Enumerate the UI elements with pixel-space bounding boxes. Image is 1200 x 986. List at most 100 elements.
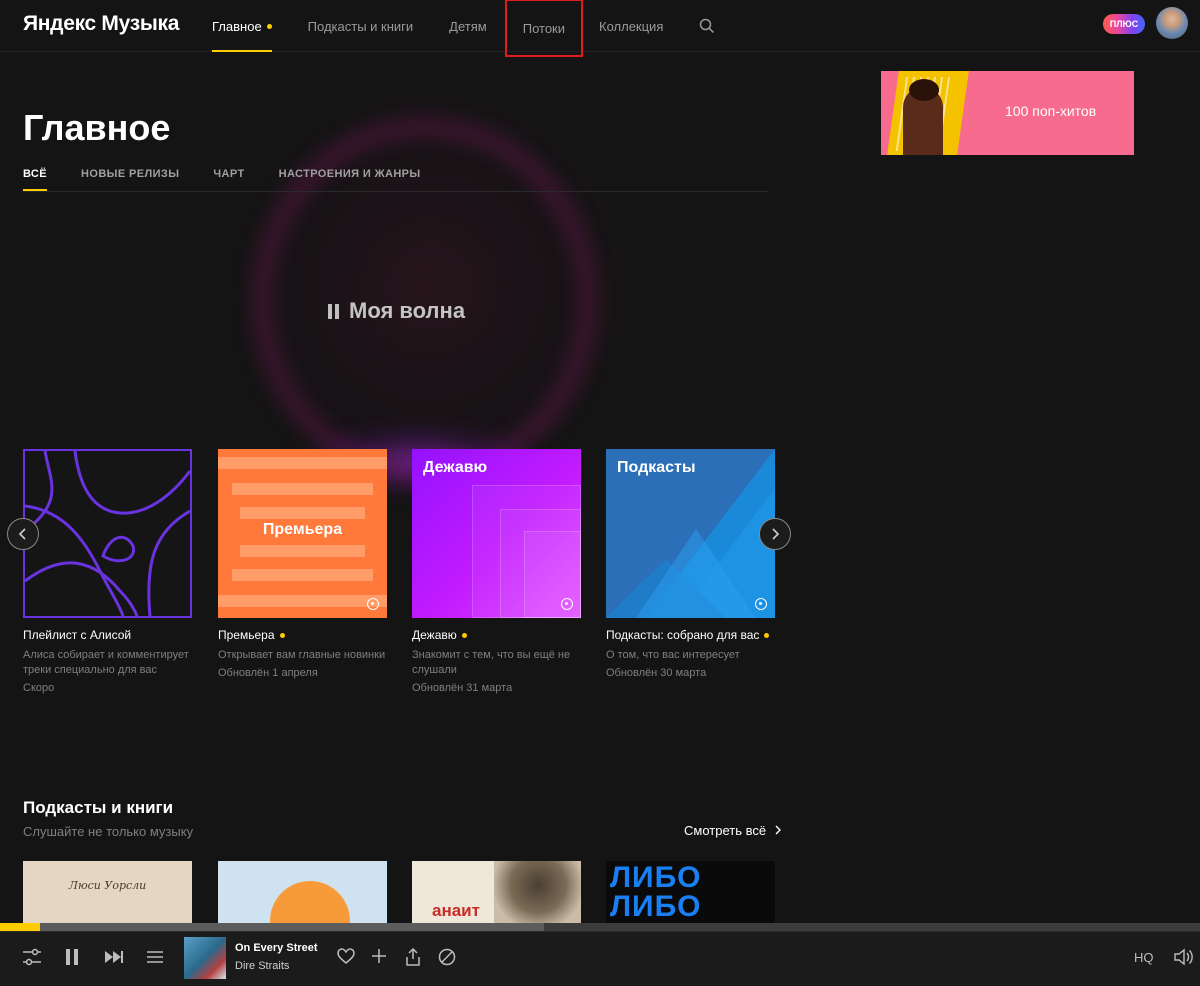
like-button[interactable] <box>337 948 355 969</box>
carousel-prev-button[interactable] <box>7 518 39 550</box>
equalizer-button[interactable] <box>22 948 42 971</box>
queue-button[interactable] <box>146 948 164 971</box>
add-to-playlist-button[interactable] <box>371 948 387 969</box>
volume-icon <box>1174 948 1193 966</box>
new-dot-icon <box>266 23 272 29</box>
card-meta: Скоро <box>23 682 55 694</box>
card-description: Открывает вам главные новинки <box>218 649 386 661</box>
next-track-button[interactable] <box>104 948 124 971</box>
card-title-text: Плейлист с Алисой <box>23 628 132 642</box>
cover-stripe <box>232 569 373 581</box>
tab-all[interactable]: ВСЁ <box>23 168 48 191</box>
see-all-label: Смотреть всё <box>684 823 767 838</box>
book-cover-art <box>270 881 350 923</box>
page-title: Главное <box>23 107 171 148</box>
nav-item-kids[interactable]: Детям <box>449 0 487 52</box>
track-progress-bar[interactable] <box>0 923 1200 931</box>
share-icon <box>406 947 420 966</box>
queue-list-icon <box>147 951 163 963</box>
app-logo[interactable]: Яндекс Музыка <box>23 12 179 36</box>
playlist-cover: Премьера <box>218 449 387 618</box>
nav-item-label: Подкасты и книги <box>307 18 414 34</box>
nav-item-podcasts[interactable]: Подкасты и книги <box>308 0 414 52</box>
card-title: Подкасты: собрано для вас <box>606 628 775 642</box>
nav-item-streams[interactable]: Потоки <box>504 0 584 57</box>
search-button[interactable] <box>699 0 715 52</box>
carousel-next-button[interactable] <box>759 518 791 550</box>
alice-pattern-icon <box>25 451 190 616</box>
player-bar: On Every Street Dire Straits HQ <box>0 931 1200 986</box>
playlist-card-alice[interactable]: Плейлист с Алисой Алиса собирает и комме… <box>23 449 192 694</box>
tab-new-releases[interactable]: НОВЫЕ РЕЛИЗЫ <box>81 168 179 191</box>
block-icon <box>438 948 456 966</box>
pause-icon <box>66 949 78 965</box>
progress-buffered <box>0 923 544 931</box>
nav-item-main[interactable]: Главное <box>212 0 272 52</box>
track-artist[interactable]: Dire Straits <box>235 960 289 972</box>
card-title-text: Дежавю <box>412 628 457 642</box>
playlist-cover: Дежавю <box>412 449 581 618</box>
dislike-button[interactable] <box>438 948 456 971</box>
section-tabs: ВСЁ НОВЫЕ РЕЛИЗЫ ЧАРТ НАСТРОЕНИЯ И ЖАНРЫ <box>23 168 768 192</box>
card-title: Плейлист с Алисой <box>23 628 192 642</box>
track-title[interactable]: On Every Street <box>235 942 318 954</box>
new-dot-icon <box>279 632 285 638</box>
track-cover[interactable] <box>184 937 226 979</box>
volume-button[interactable] <box>1174 948 1194 971</box>
card-title: Премьера <box>218 628 387 642</box>
cover-stripe <box>218 457 387 469</box>
user-avatar[interactable] <box>1156 7 1188 39</box>
pause-button[interactable] <box>64 948 80 971</box>
quality-toggle[interactable]: HQ <box>1134 950 1154 965</box>
progress-fill <box>0 923 40 931</box>
card-title-text: Премьера <box>218 628 275 642</box>
cover-stripe <box>232 483 373 495</box>
my-wave-button[interactable]: Моя волна <box>328 298 465 324</box>
search-icon <box>700 18 715 34</box>
share-button[interactable] <box>405 947 421 971</box>
book-card[interactable]: Люси Уорсли <box>23 861 192 923</box>
pause-icon <box>328 303 339 319</box>
playlist-card-premiere[interactable]: Премьера Премьера Открывает вам главные … <box>218 449 387 679</box>
cover-stripe <box>218 595 387 607</box>
promo-title: 100 поп-хитов <box>1005 103 1097 119</box>
main-nav: Главное Подкасты и книги Детям Потоки Ко… <box>212 0 715 57</box>
card-description: Знакомит с тем, что вы ещё не слушали <box>412 649 571 676</box>
heart-icon <box>337 948 355 964</box>
card-description: Алиса собирает и комментирует треки спец… <box>23 649 189 676</box>
promo-banner[interactable]: 100 поп-хитов <box>881 71 1134 155</box>
top-header: Яндекс Музыка Главное Подкасты и книги Д… <box>0 0 1200 57</box>
card-title: Дежавю <box>412 628 581 642</box>
section-title[interactable]: Подкасты и книги <box>23 798 173 818</box>
chevron-right-icon <box>772 528 780 540</box>
nav-item-collection[interactable]: Коллекция <box>599 0 663 52</box>
card-description: О том, что вас интересует <box>606 649 740 661</box>
nav-item-label: Потоки <box>522 20 565 36</box>
cover-stripe <box>240 545 365 557</box>
new-dot-icon <box>461 632 467 638</box>
playlist-cover <box>23 449 192 618</box>
see-all-link[interactable]: Смотреть всё <box>684 823 782 838</box>
next-track-icon <box>105 951 123 963</box>
tab-chart[interactable]: ЧАРТ <box>213 168 244 191</box>
nav-item-label: Коллекция <box>599 18 664 34</box>
nav-item-label: Детям <box>449 18 487 34</box>
promo-artist-image <box>903 79 943 155</box>
playlist-cover: Подкасты <box>606 449 775 618</box>
book-cover-text: Люси Уорсли <box>68 879 147 892</box>
book-card[interactable] <box>218 861 387 923</box>
book-card[interactable]: анаит <box>412 861 581 923</box>
plus-icon <box>372 949 386 963</box>
wave-badge-icon <box>367 598 379 610</box>
playlist-card-dejavu[interactable]: Дежавю Дежавю Знакомит с тем, что вы ещё… <box>412 449 581 694</box>
plus-badge[interactable]: ПЛЮС <box>1103 14 1145 34</box>
book-cover-text: анаит <box>432 901 480 920</box>
my-wave-label: Моя волна <box>349 298 466 323</box>
playlist-card-podcasts[interactable]: Подкасты Подкасты: собрано для вас О том… <box>606 449 775 679</box>
card-title-text: Подкасты: собрано для вас <box>606 628 760 642</box>
cover-stripe <box>240 507 365 519</box>
card-meta: Обновлён 30 марта <box>606 667 707 679</box>
tab-moods-genres[interactable]: НАСТРОЕНИЯ И ЖАНРЫ <box>279 168 421 191</box>
book-card[interactable]: ЛИБО ЛИБО <box>606 861 775 923</box>
section-subtitle: Слушайте не только музыку <box>23 824 194 839</box>
